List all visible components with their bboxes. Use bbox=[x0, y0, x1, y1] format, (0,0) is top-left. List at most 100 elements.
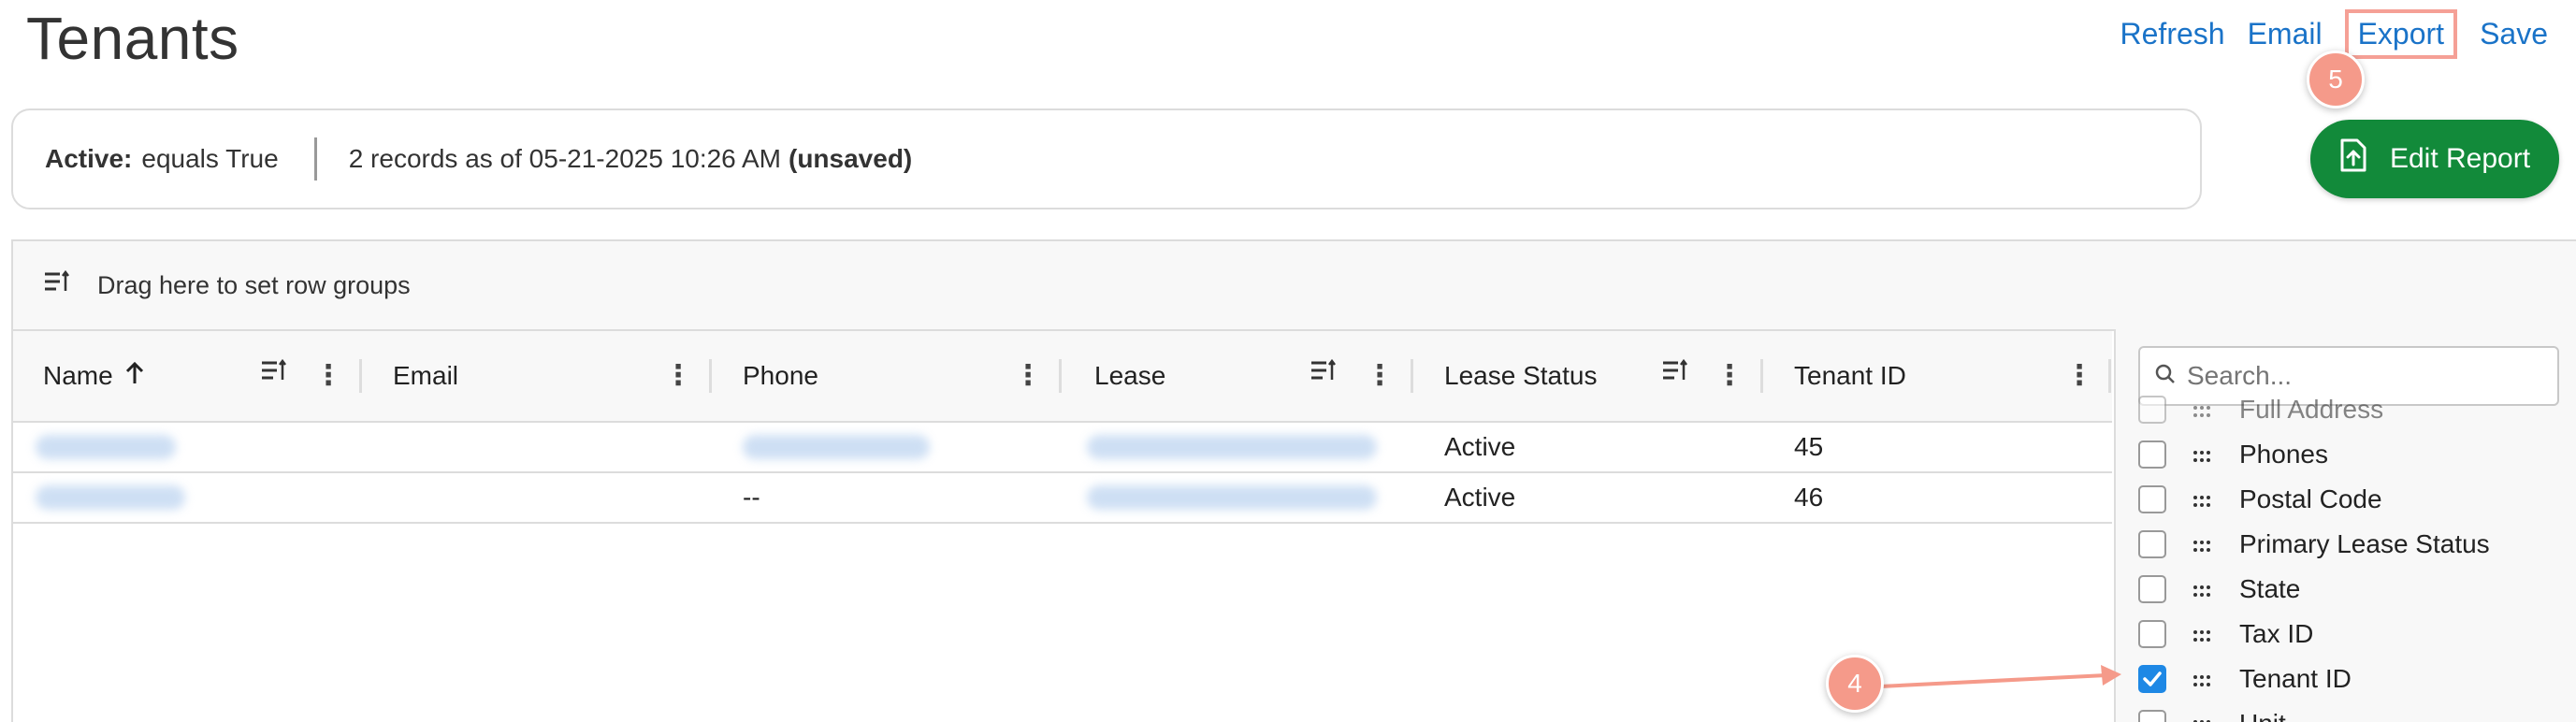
table-row[interactable]: -- Active 46 bbox=[13, 473, 2112, 524]
save-link[interactable]: Save bbox=[2480, 17, 2548, 51]
column-item-label: Postal Code bbox=[2239, 484, 2382, 513]
column-checkbox[interactable] bbox=[2138, 710, 2166, 722]
column-item-state[interactable]: State bbox=[2138, 567, 2569, 612]
column-resize-handle[interactable] bbox=[709, 359, 712, 393]
filter-summary-bar: Active: equals True 2 records as of 05-2… bbox=[11, 108, 2202, 209]
drag-handle-icon[interactable] bbox=[2192, 529, 2211, 559]
redacted-lease-link[interactable] bbox=[1087, 435, 1377, 459]
column-header-row: Name ⋮ Email ⋮ Phone ⋮ Lease ⋮ Lease Sta… bbox=[13, 331, 2112, 423]
drag-handle-icon[interactable] bbox=[2192, 574, 2211, 604]
column-item-postal-code[interactable]: Postal Code bbox=[2138, 477, 2569, 522]
column-item-unit[interactable]: Unit bbox=[2138, 701, 2569, 722]
file-upload-icon bbox=[2339, 138, 2367, 180]
column-menu-icon[interactable]: ⋮ bbox=[664, 359, 692, 393]
column-item-tax-id[interactable]: Tax ID bbox=[2138, 612, 2569, 657]
column-checkbox[interactable] bbox=[2138, 575, 2166, 603]
sort-ascending-icon bbox=[124, 361, 145, 392]
tenants-report-page: Tenants Refresh Email Export Save 5 Acti… bbox=[0, 0, 2576, 722]
column-resize-handle[interactable] bbox=[1760, 359, 1763, 393]
top-actions: Refresh Email Export Save bbox=[2120, 9, 2548, 59]
edit-report-label: Edit Report bbox=[2389, 143, 2531, 174]
column-label: Email bbox=[393, 361, 459, 390]
column-checkbox[interactable] bbox=[2138, 620, 2166, 648]
phone-cell bbox=[743, 423, 930, 471]
column-header-tenant-id[interactable]: Tenant ID bbox=[1794, 331, 1906, 421]
column-list: Full Address Phones Postal Code Primary … bbox=[2138, 395, 2569, 722]
column-menu-icon[interactable]: ⋮ bbox=[1715, 359, 1744, 393]
tenant-id-cell: 45 bbox=[1794, 432, 1824, 461]
annotation-badge-5: 5 bbox=[2307, 51, 2365, 108]
refresh-link[interactable]: Refresh bbox=[2120, 17, 2225, 51]
column-resize-handle[interactable] bbox=[1059, 359, 1062, 393]
name-cell[interactable] bbox=[36, 423, 176, 471]
redacted-lease-link[interactable] bbox=[1087, 485, 1377, 510]
unsaved-status: (unsaved) bbox=[789, 144, 913, 173]
column-menu-icon[interactable]: ⋮ bbox=[1014, 359, 1042, 393]
row-group-column-icon[interactable] bbox=[260, 358, 288, 388]
column-checkbox[interactable] bbox=[2138, 440, 2166, 469]
column-checkbox[interactable] bbox=[2138, 396, 2166, 424]
column-item-label: Full Address bbox=[2239, 395, 2384, 424]
column-item-full-address[interactable]: Full Address bbox=[2138, 387, 2569, 432]
column-checkbox-checked[interactable] bbox=[2138, 665, 2166, 693]
edit-report-button[interactable]: Edit Report bbox=[2310, 120, 2559, 198]
column-checkbox[interactable] bbox=[2138, 530, 2166, 558]
lease-cell[interactable] bbox=[1087, 423, 1377, 471]
row-group-drop-zone[interactable]: Drag here to set row groups bbox=[13, 241, 2576, 331]
column-checkbox[interactable] bbox=[2138, 485, 2166, 513]
email-link[interactable]: Email bbox=[2248, 17, 2323, 51]
column-header-phone[interactable]: Phone bbox=[743, 331, 818, 421]
column-item-label: Tenant ID bbox=[2239, 664, 2352, 693]
table-row[interactable]: Active 45 bbox=[13, 423, 2112, 473]
column-item-label: Primary Lease Status bbox=[2239, 529, 2490, 558]
column-header-email[interactable]: Email bbox=[393, 331, 458, 421]
filter-divider bbox=[313, 137, 317, 180]
column-item-tenant-id[interactable]: Tenant ID bbox=[2138, 657, 2569, 701]
column-header-name[interactable]: Name bbox=[43, 331, 145, 421]
drag-handle-icon[interactable] bbox=[2192, 440, 2211, 469]
column-item-phones[interactable]: Phones bbox=[2138, 432, 2569, 477]
filter-label: Active: bbox=[45, 144, 133, 173]
search-icon bbox=[2155, 364, 2176, 389]
column-item-primary-lease-status[interactable]: Primary Lease Status bbox=[2138, 522, 2569, 567]
row-group-icon bbox=[43, 269, 71, 301]
column-resize-handle[interactable] bbox=[359, 359, 362, 393]
row-group-column-icon[interactable] bbox=[1661, 358, 1689, 388]
drag-handle-icon[interactable] bbox=[2192, 395, 2211, 425]
columns-tool-panel: Full Address Phones Postal Code Primary … bbox=[2114, 329, 2576, 722]
column-item-label: Phones bbox=[2239, 440, 2328, 469]
column-label: Tenant ID bbox=[1794, 361, 1906, 390]
column-label: Lease Status bbox=[1444, 361, 1598, 390]
drag-handle-icon[interactable] bbox=[2192, 664, 2211, 694]
column-item-label: Tax ID bbox=[2239, 619, 2314, 648]
column-menu-icon[interactable]: ⋮ bbox=[314, 359, 342, 393]
drag-handle-icon[interactable] bbox=[2192, 619, 2211, 649]
column-item-label: State bbox=[2239, 574, 2301, 603]
drag-handle-icon[interactable] bbox=[2192, 484, 2211, 514]
redacted-phone bbox=[743, 435, 930, 459]
column-label: Lease bbox=[1094, 361, 1166, 390]
row-group-column-icon[interactable] bbox=[1310, 358, 1338, 388]
column-menu-icon[interactable]: ⋮ bbox=[1366, 359, 1394, 393]
checkmark-icon bbox=[2143, 671, 2162, 686]
column-menu-icon[interactable]: ⋮ bbox=[2065, 359, 2093, 393]
lease-cell[interactable] bbox=[1087, 473, 1377, 522]
column-label: Phone bbox=[743, 361, 818, 390]
drag-handle-icon[interactable] bbox=[2192, 709, 2211, 722]
column-resize-handle[interactable] bbox=[2108, 359, 2111, 393]
column-header-lease[interactable]: Lease bbox=[1094, 331, 1165, 421]
column-label: Name bbox=[43, 361, 113, 390]
column-resize-handle[interactable] bbox=[1411, 359, 1413, 393]
filter-value: equals True bbox=[141, 144, 279, 173]
name-cell[interactable] bbox=[36, 473, 185, 522]
redacted-name-link[interactable] bbox=[36, 435, 176, 459]
phone-cell: -- bbox=[743, 483, 760, 512]
redacted-name-link[interactable] bbox=[36, 485, 185, 510]
column-item-label: Unit bbox=[2239, 709, 2286, 722]
page-title: Tenants bbox=[26, 5, 239, 72]
row-group-hint: Drag here to set row groups bbox=[97, 270, 411, 299]
annotation-badge-4: 4 bbox=[1826, 655, 1884, 713]
export-link[interactable]: Export bbox=[2358, 17, 2444, 51]
column-header-lease-status[interactable]: Lease Status bbox=[1444, 331, 1597, 421]
export-highlight: Export bbox=[2344, 9, 2458, 59]
